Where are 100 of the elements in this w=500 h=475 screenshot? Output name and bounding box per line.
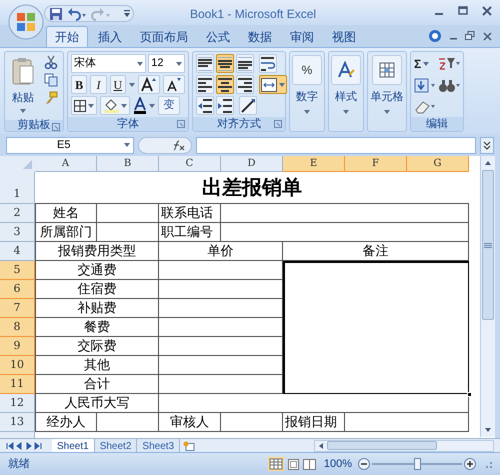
close-icon[interactable] bbox=[482, 6, 492, 16]
table-cell[interactable]: 补贴费 bbox=[35, 299, 159, 318]
help-icon[interactable] bbox=[428, 29, 442, 43]
table-cell[interactable] bbox=[221, 223, 469, 242]
row-header[interactable]: 11 bbox=[0, 375, 35, 394]
table-cell[interactable]: 合计 bbox=[35, 375, 159, 394]
group-menu-button[interactable]: 数字 bbox=[296, 89, 318, 114]
font-name-field[interactable]: 宋体 bbox=[71, 54, 146, 73]
ribbon-tab[interactable]: 公式 bbox=[198, 26, 238, 47]
bold-button[interactable]: B bbox=[71, 75, 88, 94]
fill-handle[interactable] bbox=[467, 392, 472, 397]
table-cell[interactable]: 经办人 bbox=[35, 413, 97, 432]
table-cell[interactable]: 人民币大写 bbox=[35, 394, 159, 413]
sort-filter-icon[interactable] bbox=[438, 55, 460, 72]
row-header[interactable]: 13 bbox=[0, 413, 35, 432]
grow-font-button[interactable] bbox=[138, 75, 160, 94]
ribbon-tab[interactable]: 页面布局 bbox=[132, 26, 196, 47]
group-menu-button[interactable]: 单元格 bbox=[370, 89, 404, 114]
column-header[interactable]: C bbox=[159, 156, 221, 172]
table-cell[interactable]: 报销费用类型 bbox=[35, 242, 159, 261]
copy-icon[interactable] bbox=[44, 73, 58, 87]
zoom-in-icon[interactable] bbox=[464, 458, 476, 470]
table-cell[interactable] bbox=[159, 299, 283, 318]
table-cell[interactable]: 餐费 bbox=[35, 318, 159, 337]
table-cell[interactable] bbox=[283, 261, 469, 394]
styles-button[interactable] bbox=[331, 55, 361, 85]
restore-icon[interactable] bbox=[465, 31, 475, 41]
sheet-tab[interactable]: Sheet3 bbox=[137, 439, 180, 452]
zoom-out-icon[interactable] bbox=[358, 458, 370, 470]
font-size-field[interactable]: 12 bbox=[148, 54, 185, 73]
name-box[interactable]: E5 bbox=[6, 136, 134, 154]
row-header[interactable]: 5 bbox=[0, 261, 35, 280]
dialog-launcher-icon[interactable] bbox=[274, 120, 282, 128]
page-layout-icon[interactable] bbox=[288, 458, 299, 470]
zoom-level[interactable]: 100% bbox=[324, 456, 352, 472]
table-cell[interactable] bbox=[159, 318, 283, 337]
vertical-scrollbar[interactable] bbox=[480, 156, 495, 437]
table-cell[interactable]: 职工编号 bbox=[159, 223, 221, 242]
underline-button[interactable]: U bbox=[110, 75, 126, 94]
maximize-icon[interactable] bbox=[458, 6, 468, 16]
table-cell[interactable] bbox=[221, 204, 469, 223]
table-cell[interactable] bbox=[221, 413, 283, 432]
table-cell[interactable]: 交际费 bbox=[35, 337, 159, 356]
table-cell[interactable] bbox=[159, 337, 283, 356]
italic-button[interactable]: I bbox=[90, 75, 107, 94]
normal-view-icon[interactable] bbox=[268, 457, 284, 471]
brush-icon[interactable] bbox=[44, 91, 58, 105]
align-left-button[interactable] bbox=[196, 75, 214, 94]
ribbon-tab[interactable]: 插入 bbox=[90, 26, 130, 47]
table-cell[interactable] bbox=[97, 413, 159, 432]
wrap-text-button[interactable] bbox=[259, 54, 277, 73]
table-cell[interactable] bbox=[159, 280, 283, 299]
row-header[interactable]: 6 bbox=[0, 280, 35, 299]
scroll-thumb[interactable] bbox=[482, 170, 494, 320]
ribbon-tab[interactable]: 开始 bbox=[46, 26, 88, 47]
function-button[interactable] bbox=[138, 136, 192, 154]
sheet-title[interactable]: 出差报销单 bbox=[35, 172, 469, 204]
dialog-launcher-icon[interactable] bbox=[52, 123, 60, 131]
table-cell[interactable] bbox=[97, 223, 159, 242]
center-button[interactable] bbox=[216, 75, 234, 94]
expand-button[interactable] bbox=[480, 136, 494, 154]
table-cell[interactable]: 备注 bbox=[283, 242, 469, 261]
column-header[interactable]: D bbox=[221, 156, 283, 172]
row-header[interactable]: 12 bbox=[0, 394, 35, 413]
row-header[interactable]: 10 bbox=[0, 356, 35, 375]
ribbon-tab[interactable]: 视图 bbox=[324, 26, 364, 47]
column-header[interactable]: E bbox=[283, 156, 345, 172]
column-header[interactable]: A bbox=[35, 156, 97, 172]
caret-icon[interactable] bbox=[128, 82, 135, 86]
save-icon[interactable] bbox=[49, 6, 63, 20]
dialog-launcher-icon[interactable] bbox=[177, 120, 185, 128]
table-cell[interactable]: 其他 bbox=[35, 356, 159, 375]
scissors-icon[interactable] bbox=[44, 55, 58, 69]
cells-button[interactable] bbox=[372, 55, 402, 85]
column-header[interactable]: F bbox=[345, 156, 407, 172]
top-align-button[interactable] bbox=[196, 54, 214, 73]
fill-down-icon[interactable] bbox=[414, 76, 436, 94]
sheet-tab[interactable]: Sheet1 bbox=[52, 439, 95, 452]
row-header[interactable]: 8 bbox=[0, 318, 35, 337]
font-color-button[interactable] bbox=[133, 96, 155, 115]
page-break-icon[interactable] bbox=[302, 458, 316, 470]
shrink-font-button[interactable] bbox=[162, 75, 185, 94]
table-cell[interactable]: 姓名 bbox=[35, 204, 97, 223]
ribbon-tab[interactable]: 审阅 bbox=[282, 26, 322, 47]
align-right-button[interactable] bbox=[236, 75, 254, 94]
table-cell[interactable]: 联系电话 bbox=[159, 204, 221, 223]
table-cell[interactable]: 审核人 bbox=[159, 413, 221, 432]
table-cell[interactable] bbox=[97, 204, 159, 223]
insert-sheet-icon[interactable] bbox=[183, 440, 196, 450]
row-header[interactable]: 4 bbox=[0, 242, 35, 261]
row-header[interactable]: 3 bbox=[0, 223, 35, 242]
sheet-tab[interactable]: Sheet2 bbox=[94, 439, 138, 452]
bottom-align-button[interactable] bbox=[236, 54, 254, 73]
row-header[interactable]: 1 bbox=[0, 172, 35, 204]
paste-button[interactable]: 粘贴 bbox=[8, 54, 38, 120]
table-cell[interactable] bbox=[159, 356, 283, 375]
table-cell[interactable] bbox=[159, 375, 283, 394]
table-cell[interactable]: 单价 bbox=[159, 242, 283, 261]
slider-thumb[interactable] bbox=[414, 458, 421, 470]
borders-button[interactable] bbox=[71, 96, 97, 115]
